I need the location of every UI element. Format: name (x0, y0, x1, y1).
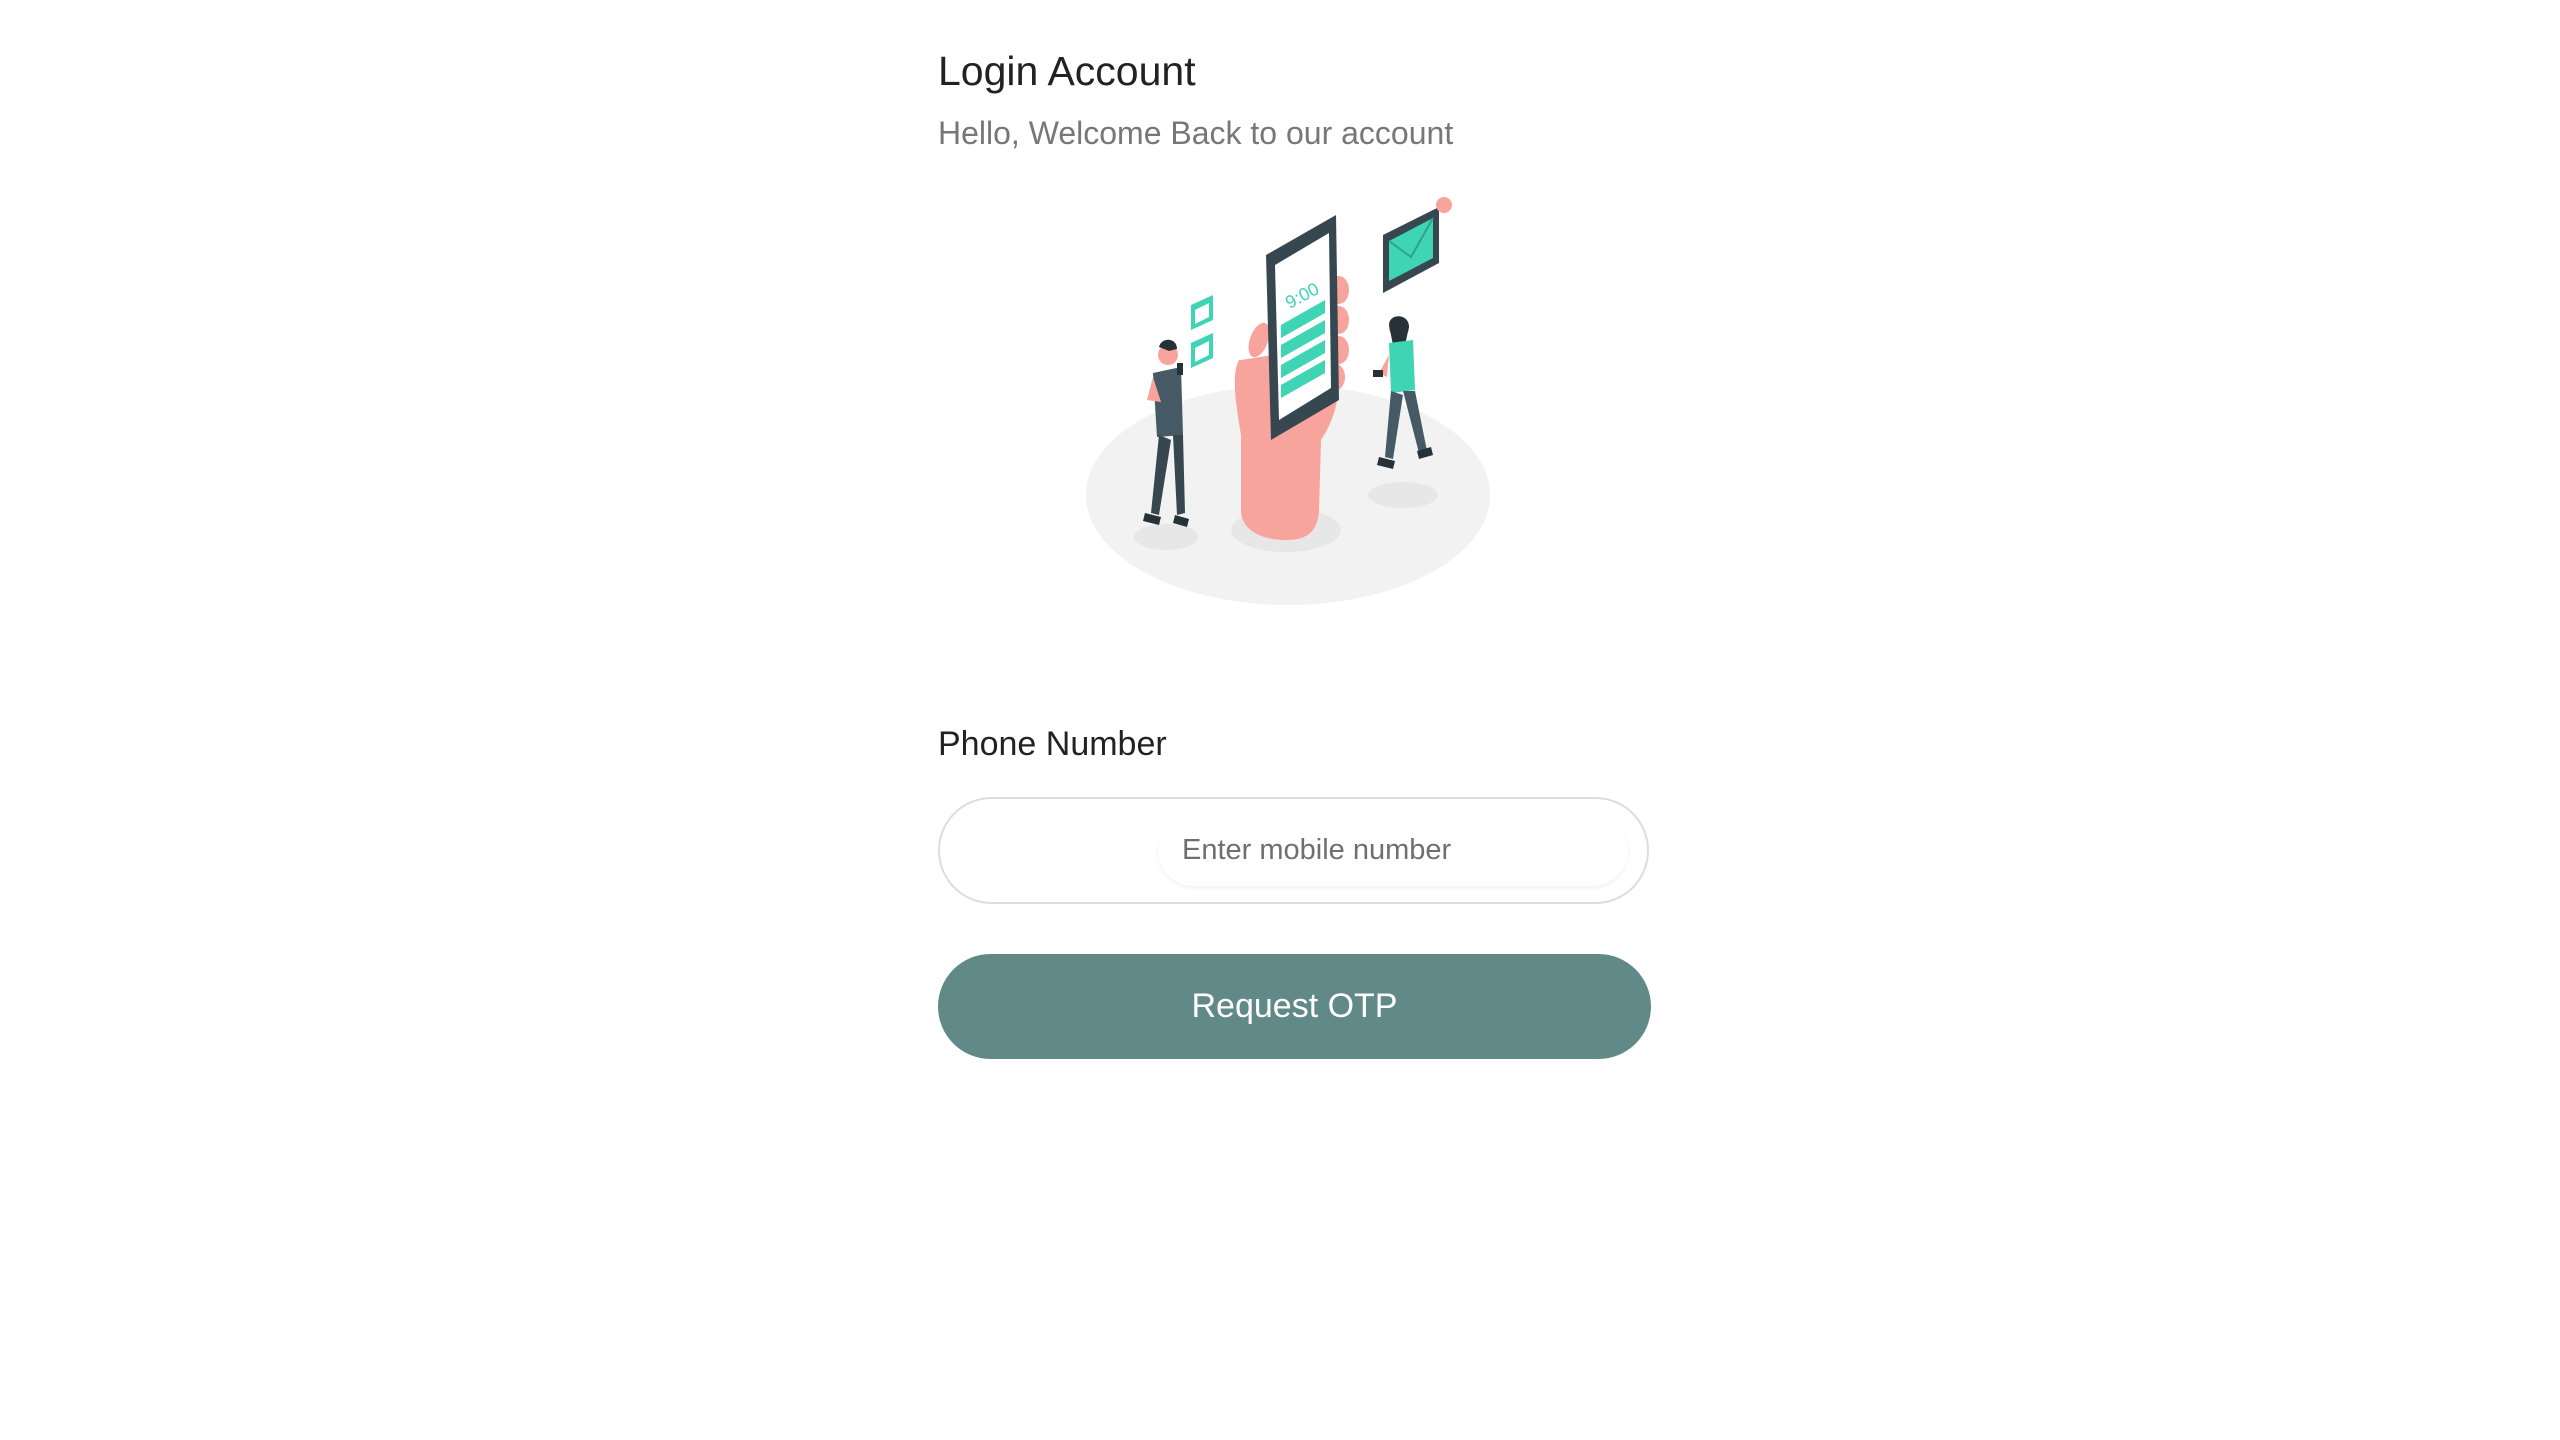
request-otp-button[interactable]: Request OTP (938, 954, 1651, 1059)
chat-bubble-icon (1191, 295, 1213, 368)
man-shadow (1134, 524, 1198, 550)
page-subtitle: Hello, Welcome Back to our account (938, 115, 1454, 151)
phone-number-input[interactable] (1158, 815, 1628, 886)
message-card-icon (1383, 197, 1452, 293)
woman-shadow (1368, 482, 1438, 508)
phone-input-wrapper (938, 797, 1649, 904)
phone-icon: 9:00 (1266, 215, 1339, 440)
login-illustration: 9:00 (1086, 197, 1490, 605)
login-page: Login Account Hello, Welcome Back to our… (0, 0, 2560, 1440)
page-title: Login Account (938, 48, 1196, 94)
phone-number-label: Phone Number (938, 725, 1167, 763)
